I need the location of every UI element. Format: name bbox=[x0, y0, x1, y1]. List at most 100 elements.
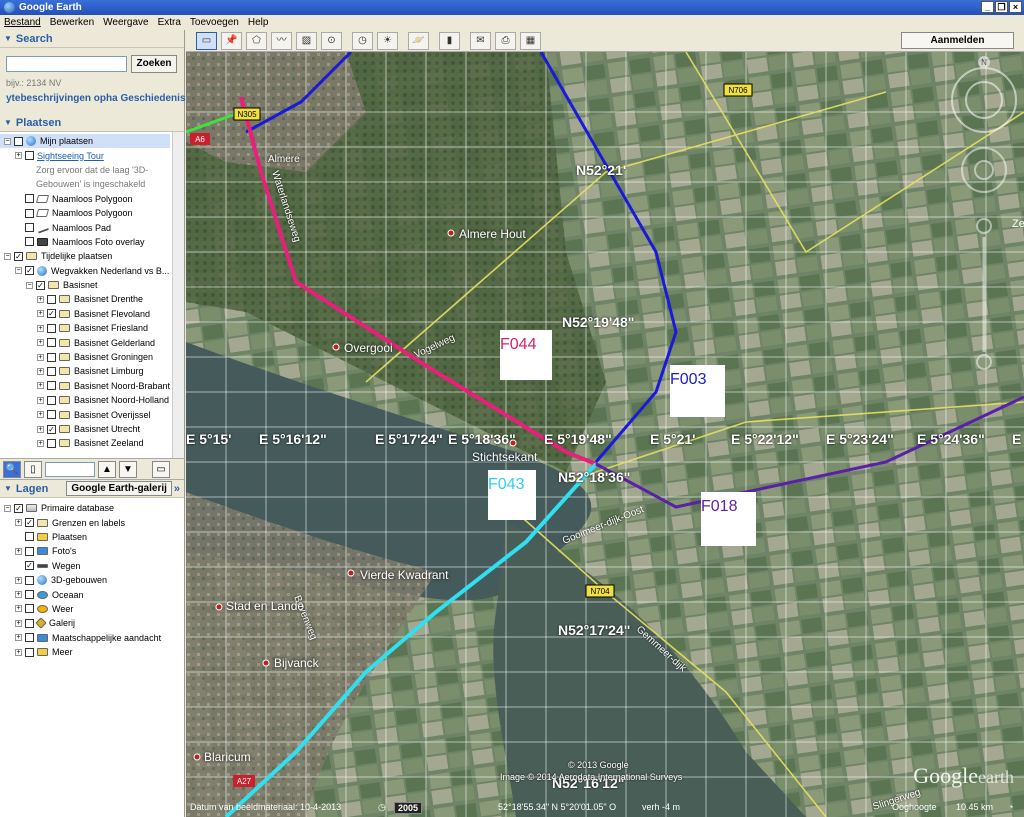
places-item[interactable]: Gebouwen' is ingeschakeld bbox=[0, 177, 184, 191]
expand-toggle-icon[interactable]: + bbox=[37, 425, 44, 433]
marker-f018[interactable]: F018 bbox=[701, 492, 756, 546]
earth-gallery-button[interactable]: Google Earth-galerij bbox=[66, 481, 172, 496]
path-icon[interactable]: 〰 bbox=[271, 31, 292, 50]
move-down-icon[interactable]: ▼ bbox=[119, 460, 137, 478]
places-item[interactable]: + Basisnet Groningen bbox=[0, 350, 184, 364]
visibility-checkbox[interactable]: ✓ bbox=[25, 266, 34, 276]
places-item[interactable]: + Basisnet Zeeland bbox=[0, 436, 184, 450]
visibility-checkbox[interactable] bbox=[47, 366, 56, 376]
visibility-checkbox[interactable] bbox=[47, 323, 56, 333]
marker-f043[interactable]: F043 bbox=[488, 470, 536, 520]
record-tour-icon[interactable]: ⊙ bbox=[321, 31, 342, 50]
places-item[interactable]: + Basisnet Friesland bbox=[0, 321, 184, 335]
expand-toggle-icon[interactable]: + bbox=[37, 439, 44, 447]
layers-item[interactable]: + ✓ Grenzen en labels bbox=[0, 515, 184, 529]
visibility-checkbox[interactable]: ✓ bbox=[47, 424, 56, 434]
panel-toggle-icon[interactable]: ▯ bbox=[24, 460, 42, 478]
expand-toggle-icon[interactable]: + bbox=[37, 382, 44, 390]
expand-toggle-icon[interactable]: + bbox=[15, 605, 22, 613]
places-scrollbar[interactable] bbox=[172, 132, 184, 458]
sunlight-icon[interactable]: ☀ bbox=[377, 31, 398, 50]
places-item[interactable]: + Sightseeing Tour bbox=[0, 148, 184, 162]
places-item[interactable]: + Basisnet Noord-Brabant bbox=[0, 379, 184, 393]
expand-toggle-icon[interactable]: + bbox=[37, 411, 44, 419]
search-button[interactable]: Zoeken bbox=[131, 55, 177, 73]
sign-in-button[interactable]: Aanmelden bbox=[901, 32, 1014, 49]
restore-button[interactable]: ❐ bbox=[995, 1, 1008, 13]
visibility-checkbox[interactable] bbox=[14, 136, 23, 146]
layers-item[interactable]: + Galerij bbox=[0, 616, 184, 630]
expand-toggle-icon[interactable]: + bbox=[15, 619, 22, 627]
layers-item[interactable]: ✓ Wegen bbox=[0, 559, 184, 573]
expand-toggle-icon[interactable]: + bbox=[37, 324, 44, 332]
visibility-checkbox[interactable] bbox=[25, 532, 34, 542]
visibility-checkbox[interactable] bbox=[47, 338, 56, 348]
close-button[interactable]: × bbox=[1009, 1, 1022, 13]
visibility-checkbox[interactable] bbox=[47, 381, 56, 391]
historical-clock-icon[interactable]: ◷ bbox=[378, 802, 386, 813]
menu-help[interactable]: Help bbox=[248, 17, 269, 28]
places-item[interactable]: Naamloos Polygoon bbox=[0, 192, 184, 206]
expand-toggle-icon[interactable]: + bbox=[37, 353, 44, 361]
visibility-checkbox[interactable] bbox=[25, 546, 34, 556]
visibility-checkbox[interactable] bbox=[25, 151, 34, 161]
folder-icon[interactable]: ▭ bbox=[152, 460, 170, 478]
menu-weergave[interactable]: Weergave bbox=[103, 17, 148, 28]
visibility-checkbox[interactable]: ✓ bbox=[14, 251, 23, 261]
visibility-checkbox[interactable] bbox=[25, 575, 34, 585]
menu-bewerken[interactable]: Bewerken bbox=[50, 17, 94, 28]
expand-toggle-icon[interactable]: + bbox=[37, 310, 44, 318]
places-item[interactable]: + ✓ Basisnet Flevoland bbox=[0, 307, 184, 321]
search-input[interactable] bbox=[6, 56, 127, 72]
expand-toggle-icon[interactable]: + bbox=[37, 396, 44, 404]
visibility-checkbox[interactable] bbox=[47, 352, 56, 362]
search-panel-header[interactable]: ▼ Search bbox=[0, 30, 184, 48]
places-item[interactable]: + ✓ Basisnet Utrecht bbox=[0, 422, 184, 436]
places-item[interactable]: − ✓ Basisnet bbox=[0, 278, 184, 292]
expand-toggle-icon[interactable]: − bbox=[15, 267, 22, 275]
visibility-checkbox[interactable] bbox=[47, 294, 56, 304]
places-item[interactable]: Naamloos Polygoon bbox=[0, 206, 184, 220]
visibility-checkbox[interactable] bbox=[25, 208, 34, 218]
visibility-checkbox[interactable] bbox=[47, 410, 56, 420]
expand-toggle-icon[interactable]: + bbox=[15, 591, 22, 599]
menu-extra[interactable]: Extra bbox=[158, 17, 181, 28]
expand-toggle-icon[interactable]: + bbox=[37, 367, 44, 375]
expand-toggle-icon[interactable]: + bbox=[15, 648, 22, 656]
print-icon[interactable]: ⎙ bbox=[495, 31, 516, 50]
visibility-checkbox[interactable]: ✓ bbox=[14, 503, 23, 513]
visibility-checkbox[interactable]: ✓ bbox=[25, 561, 34, 571]
expand-toggle-icon[interactable]: + bbox=[15, 634, 22, 642]
places-item[interactable]: + Basisnet Overijssel bbox=[0, 407, 184, 421]
places-item[interactable]: Naamloos Foto overlay bbox=[0, 235, 184, 249]
gallery-arrows-icon[interactable]: » bbox=[174, 483, 180, 495]
layers-item[interactable]: +3D-gebouwen bbox=[0, 573, 184, 587]
places-item[interactable]: + Basisnet Limburg bbox=[0, 364, 184, 378]
planets-icon[interactable]: 🪐 bbox=[408, 31, 429, 50]
places-item[interactable]: − Mijn plaatsen bbox=[0, 134, 170, 149]
places-item[interactable]: Naamloos Pad bbox=[0, 220, 184, 234]
expand-toggle-icon[interactable]: + bbox=[15, 547, 22, 555]
visibility-checkbox[interactable] bbox=[25, 647, 34, 657]
menu-toevoegen[interactable]: Toevoegen bbox=[190, 17, 239, 28]
visibility-checkbox[interactable]: ✓ bbox=[47, 309, 56, 319]
move-up-icon[interactable]: ▲ bbox=[98, 460, 116, 478]
layers-item[interactable]: + Foto's bbox=[0, 544, 184, 558]
visibility-checkbox[interactable] bbox=[25, 604, 34, 614]
places-item[interactable]: − ✓ Wegvakken Nederland vs B... bbox=[0, 264, 184, 278]
visibility-checkbox[interactable] bbox=[25, 223, 34, 233]
layers-panel-header[interactable]: ▼ Lagen Google Earth-galerij » bbox=[0, 480, 184, 498]
historical-imagery-icon[interactable]: ◷ bbox=[352, 31, 373, 50]
visibility-checkbox[interactable]: ✓ bbox=[36, 280, 45, 290]
places-item[interactable]: Zorg ervoor dat de laag '3D- bbox=[0, 163, 184, 177]
placemark-icon[interactable]: 📌 bbox=[221, 31, 242, 50]
expand-toggle-icon[interactable]: + bbox=[15, 576, 22, 584]
expand-toggle-icon[interactable]: + bbox=[15, 152, 22, 160]
marker-f003[interactable]: F003 bbox=[670, 365, 725, 417]
places-panel-header[interactable]: ▼ Plaatsen bbox=[0, 114, 184, 132]
expand-toggle-icon[interactable]: − bbox=[26, 281, 33, 289]
sidebar-toggle-icon[interactable]: ▭ bbox=[196, 31, 217, 50]
expand-toggle-icon[interactable]: + bbox=[37, 295, 44, 303]
search-tabs[interactable]: уtebeschrijvingen opha Geschiedenis bbox=[6, 93, 185, 104]
places-item[interactable]: + Basisnet Drenthe bbox=[0, 292, 184, 306]
